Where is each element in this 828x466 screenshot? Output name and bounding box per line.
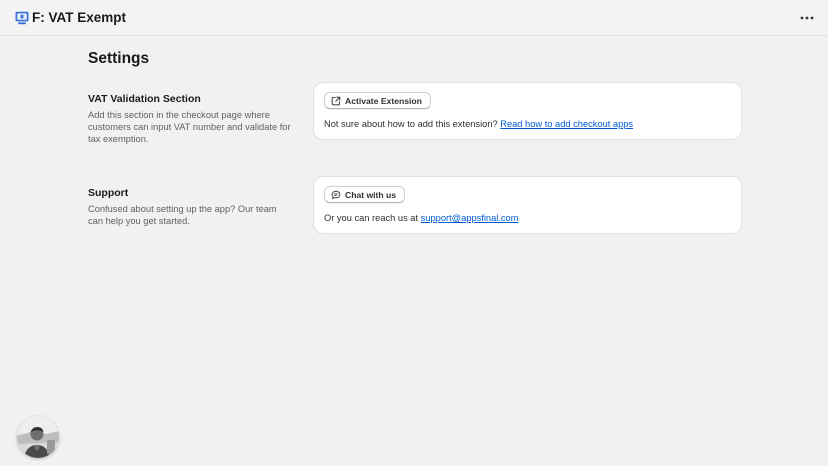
chat-with-us-label: Chat with us — [345, 189, 397, 200]
support-contact-text: Or you can reach us at support@appsfinal… — [324, 213, 518, 224]
app-title: F: VAT Exempt — [32, 10, 127, 25]
page-title: Settings — [88, 50, 150, 67]
support-contact-prefix: Or you can reach us at — [324, 213, 419, 223]
external-link-icon — [331, 96, 341, 106]
support-card: Chat with us Or you can reach us at supp… — [314, 177, 741, 233]
more-horizontal-icon — [800, 16, 814, 20]
activate-extension-button[interactable]: Activate Extension — [324, 92, 431, 109]
activate-extension-label: Activate Extension — [345, 95, 422, 106]
support-avatar[interactable] — [17, 416, 59, 458]
checkout-apps-help-link[interactable]: Read how to add checkout apps — [500, 119, 633, 129]
vat-help-prefix: Not sure about how to add this extension… — [324, 119, 498, 129]
support-section-heading: Support — [88, 187, 129, 199]
monitor-app-icon — [15, 11, 29, 25]
support-section-description: Confused about setting up the app? Our t… — [88, 204, 277, 227]
vat-help-text: Not sure about how to add this extension… — [324, 119, 633, 130]
vat-section-description: Add this section in the checkout page wh… — [88, 110, 291, 145]
top-bar: F: VAT Exempt — [0, 0, 828, 36]
vat-extension-card: Activate Extension Not sure about how to… — [314, 83, 741, 139]
support-email-link[interactable]: support@appsfinal.com — [421, 213, 519, 223]
chat-bubble-icon — [331, 190, 341, 200]
more-options-button[interactable] — [796, 9, 818, 27]
chat-with-us-button[interactable]: Chat with us — [324, 186, 406, 203]
vat-section-heading: VAT Validation Section — [88, 93, 201, 105]
avatar-photo-icon — [17, 416, 59, 458]
